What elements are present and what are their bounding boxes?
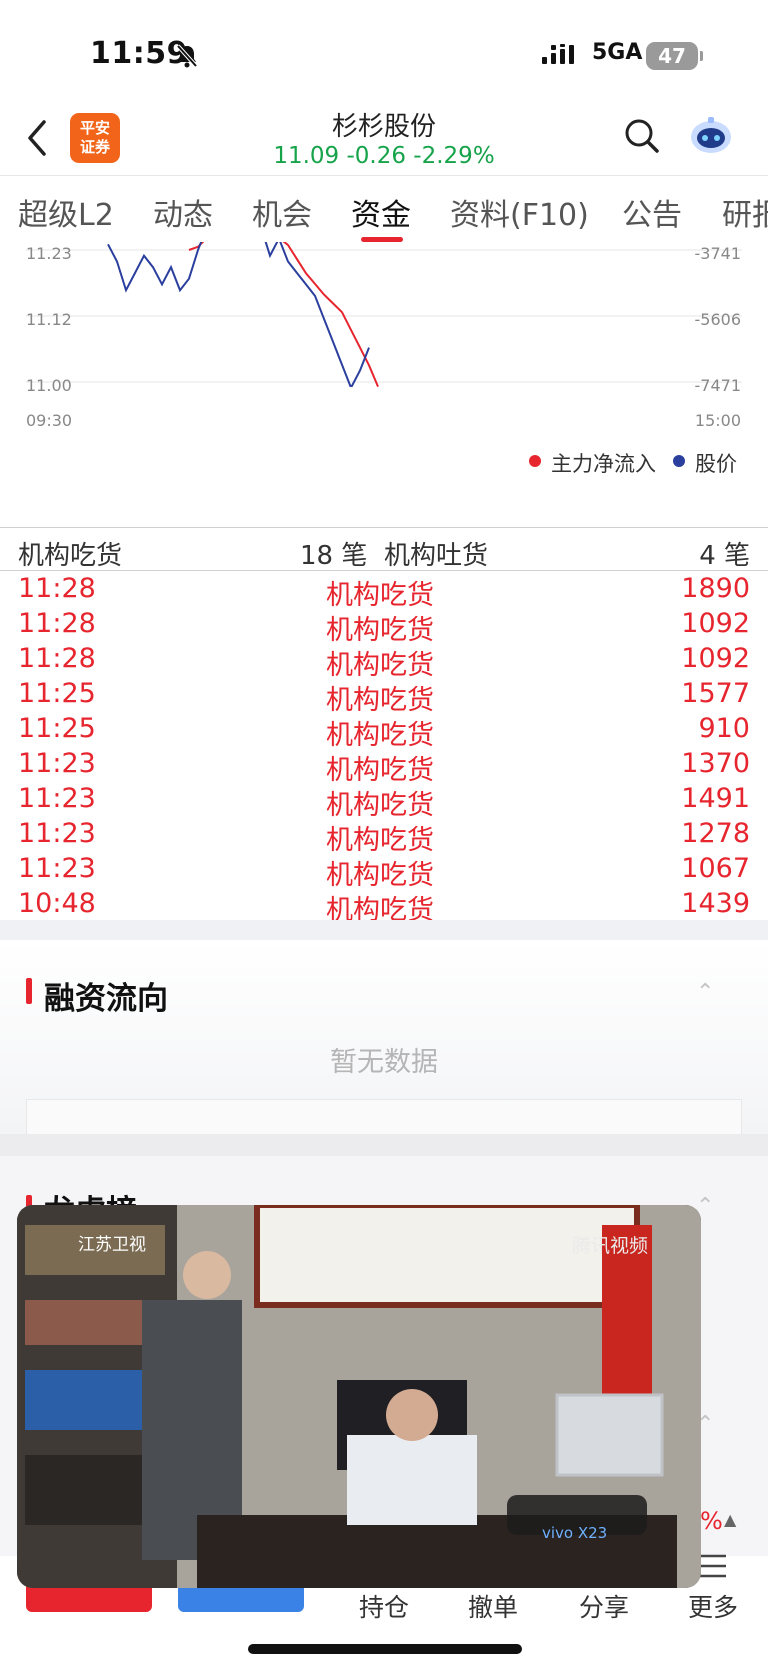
cancel-order-button[interactable]: 撤单: [468, 1588, 518, 1624]
more-button[interactable]: 更多: [688, 1588, 738, 1624]
left-tick-2: 11.12: [26, 310, 72, 329]
right-tick-1: -3741: [695, 244, 742, 263]
trade-row: 11:23 机构吃货 1370: [0, 748, 768, 786]
trade-volume: 1278: [681, 818, 750, 849]
header-divider: [0, 175, 768, 176]
trade-volume: 1092: [681, 643, 750, 674]
right-tick-3: -7471: [695, 376, 742, 395]
right-tick-2: -5606: [695, 310, 742, 329]
left-tick-3: 11.00: [26, 376, 72, 395]
trade-type: 机构吃货: [326, 825, 434, 856]
trade-row: 10:48 机构吃货 1439: [0, 888, 768, 926]
battery-icon: 47: [646, 42, 703, 70]
trade-time: 11:25: [18, 713, 96, 744]
trade-time: 11:23: [18, 783, 96, 814]
trade-volume: 910: [698, 713, 750, 744]
trade-volume: 1577: [681, 678, 750, 709]
trade-row: 11:23 机构吃货 1067: [0, 853, 768, 891]
sell-count: 4 笔: [699, 541, 750, 571]
legend-inflow: 主力净流入: [551, 452, 656, 476]
trade-time: 11:23: [18, 853, 96, 884]
status-time: 11:59: [90, 36, 188, 71]
tab-super-l2[interactable]: 超级L2: [18, 190, 114, 234]
buy-label: 机构吃货: [18, 541, 123, 571]
trade-time: 10:48: [18, 888, 96, 919]
brand-badge: vivo X23: [542, 1524, 608, 1542]
trade-type: 机构吃货: [326, 755, 434, 786]
trade-row: 11:28 机构吃货 1092: [0, 643, 768, 681]
trade-type: 机构吃货: [326, 860, 434, 891]
trade-row: 11:23 机构吃货 1491: [0, 783, 768, 821]
tab-funds[interactable]: 资金: [351, 190, 411, 234]
x-start-label: 09:30: [26, 411, 72, 430]
section-gap: [0, 1134, 768, 1156]
tab-announcements[interactable]: 公告: [622, 190, 682, 234]
percent-fragment: %: [700, 1507, 723, 1535]
search-icon[interactable]: [624, 118, 660, 154]
legend-dot-inflow: [529, 455, 541, 467]
triangle-up-icon[interactable]: ▲: [724, 1510, 736, 1529]
tab-opportunity[interactable]: 机会: [252, 190, 312, 234]
tab-research[interactable]: 研报: [722, 190, 768, 234]
legend-price: 股价: [695, 452, 737, 476]
trade-volume: 1067: [681, 853, 750, 884]
trade-row: 11:25 机构吃货 910: [0, 713, 768, 751]
section-gap: [0, 920, 768, 940]
trade-volume: 1439: [681, 888, 750, 919]
trade-time: 11:28: [18, 643, 96, 674]
robot-assistant-icon[interactable]: [688, 115, 734, 155]
trade-row: 11:28 机构吃货 1092: [0, 608, 768, 646]
channel-logo: 江苏卫视: [78, 1235, 146, 1255]
menu-icon[interactable]: [698, 1552, 728, 1580]
trade-time: 11:25: [18, 678, 96, 709]
signal-icon: [542, 44, 574, 64]
trade-volume: 1092: [681, 608, 750, 639]
share-button[interactable]: 分享: [579, 1588, 629, 1624]
holdings-button[interactable]: 持仓: [359, 1588, 409, 1624]
series-line-inflow: [188, 242, 379, 387]
series-line-price: [107, 242, 370, 387]
section-accent-bar: [26, 978, 32, 1004]
bell-muted-icon: [176, 44, 198, 68]
margin-flow-title: 融资流向: [44, 981, 168, 1017]
trade-time: 11:23: [18, 748, 96, 779]
trade-volume: 1491: [681, 783, 750, 814]
no-data-text: 暂无数据: [330, 1047, 438, 1078]
trade-time: 11:28: [18, 573, 96, 604]
buy-count: 18 笔: [300, 541, 368, 571]
network-label: 5GA: [592, 40, 643, 65]
home-indicator: [248, 1644, 522, 1654]
trade-type: 机构吃货: [326, 685, 434, 716]
trade-row: 11:28 机构吃货 1890: [0, 573, 768, 611]
trade-type: 机构吃货: [326, 580, 434, 611]
trade-volume: 1370: [681, 748, 750, 779]
trade-volume: 1890: [681, 573, 750, 604]
trade-row: 11:25 机构吃货 1577: [0, 678, 768, 716]
tab-f10[interactable]: 资料(F10): [450, 190, 589, 234]
legend-dot-price: [673, 455, 685, 467]
trade-time: 11:23: [18, 818, 96, 849]
trade-time: 11:28: [18, 608, 96, 639]
trade-type: 机构吃货: [326, 615, 434, 646]
sell-label: 机构吐货: [384, 541, 489, 571]
fund-flow-chart: 11.23 11.12 11.00 -3741 -5606 -7471 09:3…: [26, 242, 742, 430]
video-watermark: 腾讯视频: [572, 1235, 649, 1257]
left-tick-1: 11.23: [26, 244, 72, 263]
chevron-up-icon[interactable]: ⌃: [696, 980, 714, 1005]
trade-type: 机构吃货: [326, 720, 434, 751]
tab-dynamics[interactable]: 动态: [153, 190, 213, 234]
trade-type: 机构吃货: [326, 790, 434, 821]
margin-data-box: [26, 1099, 742, 1135]
trade-row: 11:23 机构吃货 1278: [0, 818, 768, 856]
x-end-label: 15:00: [695, 411, 741, 430]
trade-type: 机构吃货: [326, 650, 434, 681]
